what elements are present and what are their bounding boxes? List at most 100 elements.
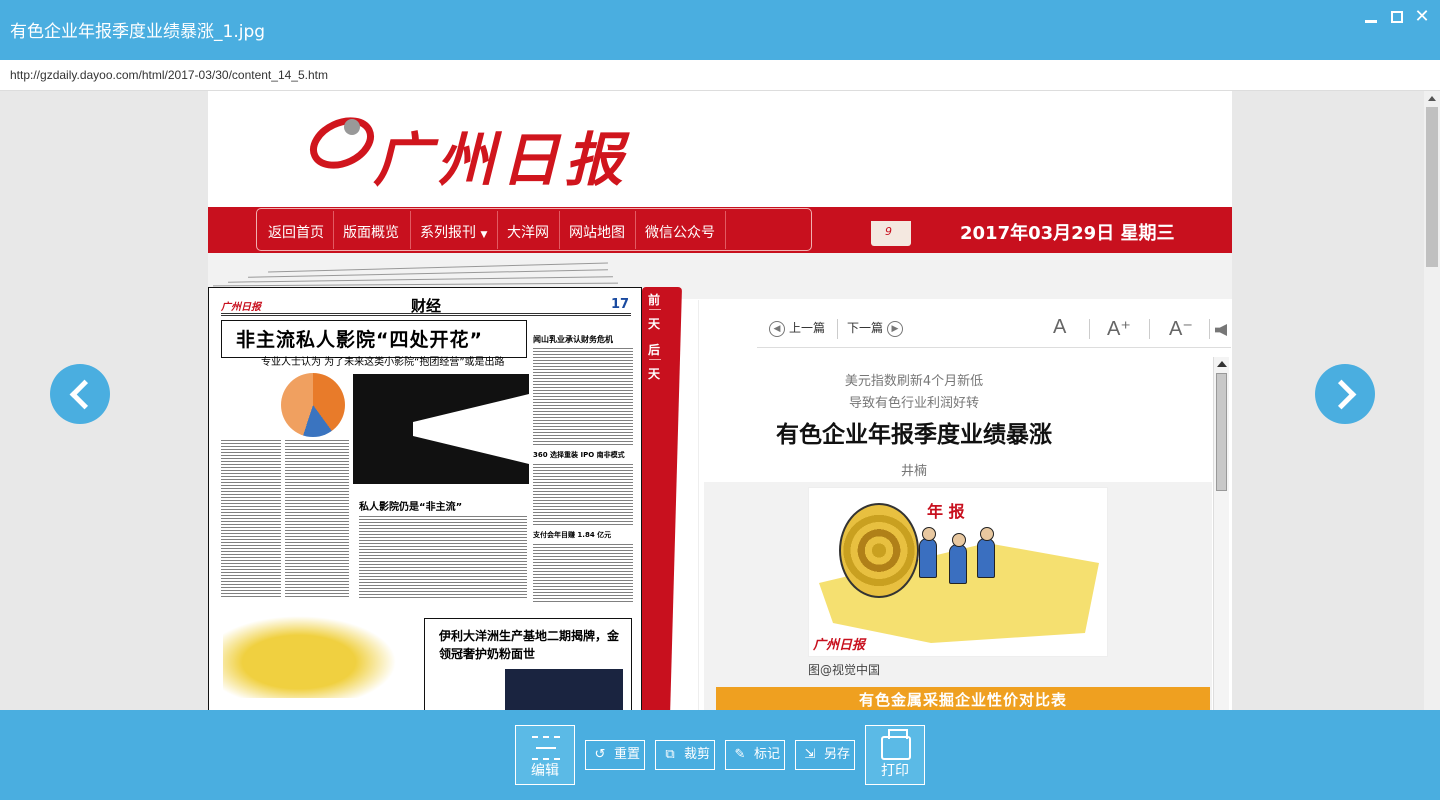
worker-figure (919, 527, 937, 578)
viewer-scrollbar[interactable] (1424, 91, 1440, 710)
figure-caption: 图@视觉中国 (808, 663, 881, 677)
close-icon[interactable]: ✕ (1411, 6, 1433, 28)
nav-dayoo[interactable]: 大洋网 (507, 222, 549, 242)
reset-button[interactable]: ↺ 重置 (585, 740, 645, 770)
text-column (533, 462, 633, 526)
mark-button[interactable]: ✎ 标记 (725, 740, 785, 770)
reset-label: 重置 (614, 747, 641, 762)
scroll-thumb[interactable] (1426, 107, 1438, 267)
text-column (221, 438, 281, 598)
thumbnail-story-title: 360 选择重装 IPO 南非模式 (533, 451, 625, 459)
title-bar: 有色企业年报季度业绩暴涨_1.jpg ✕ (0, 0, 1440, 60)
window-title: 有色企业年报季度业绩暴涨_1.jpg (10, 22, 266, 42)
article-author: 井楠 (900, 464, 927, 479)
thumbnail-subheadline: 专业人士认为 为了未来这类小影院“抱团经营”或是出路 (261, 357, 505, 368)
thumbnail-header: 广州日报 财经 17 (221, 294, 631, 316)
nav-divider (559, 211, 560, 249)
chevron-left-icon: ◀ (769, 320, 785, 337)
nav-divider (497, 211, 498, 249)
nav-series-label: 系列报刊 (420, 225, 476, 241)
edit-button[interactable]: 编辑 (515, 725, 575, 785)
source-url[interactable]: http://gzdaily.dayoo.com/html/2017-03/30… (10, 68, 328, 82)
article-title: 有色企业年报季度业绩暴涨 (776, 421, 1052, 448)
nav-home[interactable]: 返回首页 (268, 222, 324, 242)
next-article-button[interactable]: 下一篇 ▶ (847, 319, 907, 337)
nav-divider (333, 211, 334, 249)
nav-series[interactable]: 系列报刊 ▼ (420, 222, 487, 242)
figure-area: 年 报 广州日报 图@视觉中国 有色金属采掘企业性价对比表 (704, 482, 1212, 710)
mark-label: 标记 (754, 747, 781, 762)
text-column (285, 438, 349, 598)
text-column (533, 346, 633, 446)
nav-divider (410, 211, 411, 249)
thumbnail-logo: 广州日报 (221, 302, 261, 313)
crop-icon: ⧉ (665, 747, 675, 762)
nav-wechat[interactable]: 微信公众号 (645, 222, 715, 242)
chevron-right-icon: ▶ (887, 320, 904, 337)
article-scrollbar[interactable] (1213, 357, 1229, 710)
prev-article-label: 上一篇 (789, 321, 826, 335)
print-label: 打印 (881, 763, 909, 779)
crop-button[interactable]: ⧉ 裁剪 (655, 740, 715, 770)
scroll-thumb[interactable] (1216, 373, 1227, 491)
pie-chart-graphic (281, 373, 345, 437)
caret-down-icon: ▼ (480, 230, 488, 240)
scroll-up-icon[interactable] (1217, 361, 1227, 367)
thumbnail-story-title: 私人影院仍是“非主流” (359, 502, 463, 513)
previous-image-button[interactable] (50, 364, 110, 424)
page-thumbnail[interactable]: 广州日报 财经 17 非主流私人影院“四处开花” 专业人士认为 为了未来这类小影… (208, 287, 642, 710)
illustration-label: 年 报 (927, 502, 965, 521)
thumbnail-story-title: 闻山乳业承认财务危机 (533, 335, 613, 344)
tab-char: 前 (648, 293, 661, 307)
issue-date: 2017年03月29日 星期三 (960, 223, 1175, 244)
roll-graphic (839, 503, 919, 598)
thumbnail-story-title: 支付会年目赚 1.84 亿元 (533, 531, 612, 539)
minimize-icon[interactable] (1360, 6, 1382, 28)
film-illustration (353, 374, 529, 484)
text-column (533, 542, 633, 602)
table-header: 有色金属采掘企业性价对比表 (716, 687, 1210, 710)
next-image-button[interactable] (1315, 364, 1375, 424)
maximize-icon[interactable] (1386, 6, 1408, 28)
thumbnail-photo (505, 669, 623, 710)
tab-char: 后 (648, 343, 661, 357)
article-illustration[interactable]: 年 报 广州日报 (808, 487, 1108, 657)
reset-icon: ↺ (594, 747, 606, 762)
thumbnail-headline: 非主流私人影院“四处开花” (236, 329, 483, 351)
text-column (359, 514, 527, 600)
speaker-icon[interactable] (1215, 324, 1227, 336)
image-viewer: 广州日报 返回首页 版面概览 系列报刊 ▼ 大洋网 网站地图 微信公众号 201… (0, 91, 1440, 710)
calendar-icon[interactable] (871, 214, 911, 246)
thumbnail-page-number: 17 (611, 297, 630, 312)
edit-label: 编辑 (531, 763, 559, 779)
font-increase-button[interactable]: A⁺ (1107, 316, 1131, 341)
printer-icon (881, 729, 911, 760)
font-normal-button[interactable]: A (1053, 316, 1066, 339)
worker-figure (977, 527, 995, 578)
newspaper-logo-icon (310, 117, 374, 169)
newspaper-nav: 返回首页 版面概览 系列报刊 ▼ 大洋网 网站地图 微信公众号 2017年03月… (208, 207, 1232, 253)
save-as-button[interactable]: ⇲ 另存 (795, 740, 855, 770)
nav-divider (725, 211, 726, 249)
nav-overview[interactable]: 版面概览 (343, 222, 399, 242)
save-as-label: 另存 (824, 747, 851, 762)
next-article-label: 下一篇 (847, 321, 884, 335)
nav-divider (635, 211, 636, 249)
article-content: 美元指数刷新4个月新低 导致有色行业利润好转 有色企业年报季度业绩暴涨 井楠 年… (699, 357, 1229, 710)
tab-char: 天 (648, 317, 661, 331)
nav-sitemap[interactable]: 网站地图 (569, 222, 625, 242)
nav-box: 返回首页 版面概览 系列报刊 ▼ 大洋网 网站地图 微信公众号 (256, 208, 812, 251)
article-panel: ◀ 上一篇 下一篇 ▶ A A⁺ A⁻ 美元指数刷新4个月新低 导致有色行业利润好转… (698, 300, 1232, 710)
edit-icon (532, 736, 560, 760)
bottom-toolbar: 编辑 ↺ 重置 ⧉ 裁剪 ✎ 标记 ⇲ 另存 打印 (0, 710, 1440, 800)
font-decrease-button[interactable]: A⁻ (1169, 316, 1193, 341)
print-button[interactable]: 打印 (865, 725, 925, 785)
article-pretitle-2: 导致有色行业利润好转 (848, 396, 979, 411)
thumbnail-bottom-story: 伊利大洋洲生产基地二期揭牌，金领冠奢护奶粉面世 (424, 618, 632, 710)
day-switch-tab[interactable]: 前 天 后 天 (642, 287, 682, 710)
article-pretitle-1: 美元指数刷新4个月新低 (844, 374, 984, 389)
thumbnail-illustration (223, 608, 413, 698)
scroll-up-icon[interactable] (1428, 96, 1436, 101)
prev-article-button[interactable]: ◀ 上一篇 (765, 319, 825, 337)
newspaper-header: 广州日报 (208, 91, 1232, 207)
